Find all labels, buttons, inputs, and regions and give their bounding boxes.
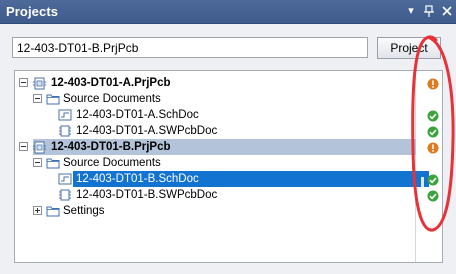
tree-row-settings[interactable]: Settings <box>15 203 442 219</box>
folder-icon <box>45 155 61 171</box>
tree-row-project-b[interactable]: 12-403-DT01-B.PrjPcb <box>15 139 442 155</box>
warning-icon <box>427 77 439 90</box>
tree-row-label: 12-403-DT01-B.SWPcbDoc <box>76 189 218 201</box>
grip-icon <box>421 174 424 187</box>
close-icon[interactable] <box>440 4 454 18</box>
project-search-row: Project <box>0 24 456 70</box>
tree-row-pcbdoc-a[interactable]: 12-403-DT01-A.SWPcbDoc <box>15 123 442 139</box>
pcb-project-icon <box>32 75 48 91</box>
panel-menu-dropdown-icon[interactable]: ▾ <box>404 4 418 18</box>
tree-row-label: Source Documents <box>63 157 161 169</box>
panel-title: Projects <box>6 4 59 19</box>
pin-icon[interactable] <box>422 4 436 18</box>
projects-panel: Projects ▾ Project <box>0 0 456 274</box>
pcb-project-icon <box>32 139 48 155</box>
tree-row-label: 12-403-DT01-B.PrjPcb <box>51 141 171 153</box>
tree-row-label: 12-403-DT01-A.SWPcbDoc <box>76 125 218 137</box>
folder-icon <box>45 91 61 107</box>
panel-titlebar: Projects ▾ <box>0 0 456 24</box>
ok-check-icon <box>427 173 439 186</box>
project-button[interactable]: Project <box>377 37 441 59</box>
tree-row-label: 12-403-DT01-A.SchDoc <box>76 109 199 121</box>
tree-row-label: Settings <box>63 205 105 217</box>
expand-toggle-icon[interactable] <box>33 206 42 215</box>
tree-row-pcbdoc-b[interactable]: 12-403-DT01-B.SWPcbDoc <box>15 187 442 203</box>
collapse-toggle-icon[interactable] <box>33 94 42 103</box>
tree-row-project-a[interactable]: 12-403-DT01-A.PrjPcb <box>15 75 442 91</box>
collapse-toggle-icon[interactable] <box>19 78 28 87</box>
tree-row-schdoc-a[interactable]: 12-403-DT01-A.SchDoc <box>15 107 442 123</box>
tree-row-source-documents-b[interactable]: Source Documents <box>15 155 442 171</box>
pcb-doc-icon <box>57 187 73 203</box>
project-tree[interactable]: 12-403-DT01-A.PrjPcb Source Documents 12… <box>14 70 443 263</box>
ok-check-icon <box>427 189 439 202</box>
collapse-toggle-icon[interactable] <box>19 142 28 151</box>
warning-icon <box>427 141 439 154</box>
folder-icon <box>45 203 61 219</box>
tree-row-label: 12-403-DT01-A.PrjPcb <box>51 77 171 89</box>
tree-row-source-documents-a[interactable]: Source Documents <box>15 91 442 107</box>
tree-row-label: Source Documents <box>63 93 161 105</box>
schematic-doc-icon <box>57 107 73 123</box>
tree-row-schdoc-b[interactable]: 12-403-DT01-B.SchDoc <box>15 171 442 187</box>
tree-row-label: 12-403-DT01-B.SchDoc <box>76 173 199 185</box>
schematic-doc-icon <box>57 171 73 187</box>
collapse-toggle-icon[interactable] <box>33 158 42 167</box>
project-name-input[interactable] <box>12 37 368 58</box>
pcb-doc-icon <box>57 123 73 139</box>
ok-check-icon <box>427 125 439 138</box>
ok-check-icon <box>427 109 439 122</box>
